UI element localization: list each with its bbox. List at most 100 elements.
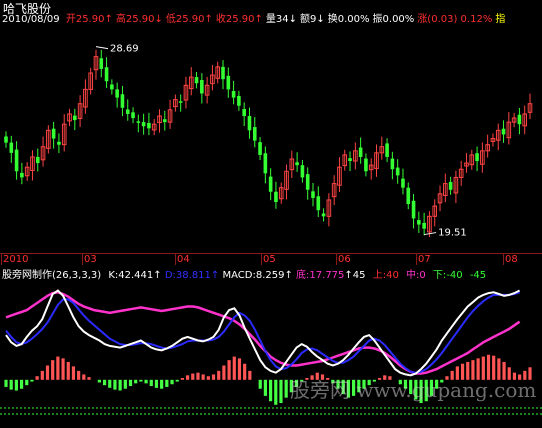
candle-body [252,127,257,141]
header-item: 换0.00% [327,14,370,25]
candle [73,108,77,131]
di-extra: 45 [352,270,366,281]
series-line-di [5,291,521,375]
indicator-dotted-lines [0,407,542,415]
candle [141,113,146,135]
header-item: 指 [495,14,506,25]
x-tick-mark [336,253,337,265]
candle-body [20,172,24,178]
x-tick-label: 2010 [3,254,29,265]
candle [316,186,321,217]
down-extra: -45 [469,270,487,281]
candle-body [390,158,395,170]
candle [342,149,348,171]
annotation-leader [424,232,437,236]
candle-body [110,84,114,90]
price-annotations: 28.69 19.51 [95,44,467,239]
candle [194,71,199,89]
candle [263,146,268,184]
candle [517,108,522,135]
candle-body [406,187,411,205]
candle-body [358,147,363,157]
candle-body [104,67,109,82]
candle-body [73,115,77,121]
candle [99,49,104,78]
series-line-k [5,289,521,377]
candle [104,57,109,88]
candle-body [417,220,421,225]
candle [475,146,479,172]
candle [210,65,215,91]
annotation-leader [95,46,109,50]
candle-body [136,121,141,123]
candle [311,182,315,207]
annotation-high: 28.69 [95,44,139,55]
candle [115,82,119,108]
indicator-lines [5,289,521,377]
indicator-legend: 股旁网制作(26,3,3,3) K:42.441↑ D:38.811↑ MACD… [2,270,487,281]
candle [464,153,469,173]
candle [46,125,51,154]
candle [51,121,56,149]
ohlc-header: 2010/08/09 开25.90↑ 高25.90↓ 低25.90↑ 收25.90↑ 量… [2,14,505,26]
candle [364,153,368,177]
candle [258,137,262,161]
candle [183,76,189,109]
candle [305,167,310,200]
candle [495,123,501,151]
indicator-name: 股旁网制作 [2,270,52,281]
candle-body [125,109,130,114]
candle [30,150,35,181]
header-item: 收25.90↑ [215,14,263,25]
candle [151,119,157,136]
candle-body [411,200,416,219]
down-value: 下:-40 [432,270,463,281]
candle [83,79,88,114]
candle [77,95,83,127]
candle-body [4,136,8,143]
di-value: 底:17.775 [296,270,345,281]
candle [215,61,221,84]
x-tick-mark [416,253,417,265]
candle-body [364,158,368,172]
candle [295,152,299,172]
candle [321,208,326,222]
candle [88,67,93,95]
candle [131,107,135,124]
x-tick-label: 07 [418,254,431,265]
annotation-label: 28.69 [110,44,139,55]
candle [188,67,194,96]
candle-body [237,95,241,106]
candle [120,85,125,117]
candle [274,181,278,209]
candle-body [35,156,40,164]
header-item: 低25.90↑ [165,14,213,25]
candle-body [321,213,326,217]
candle [221,60,225,90]
x-tick-mark [175,253,176,265]
candle-body [401,178,405,188]
candle-body [221,66,225,80]
candle-body [194,77,199,84]
candle-body [247,116,252,131]
candle-body [448,181,453,190]
candle [40,136,46,167]
candle [178,94,183,112]
candle-body [231,91,236,98]
x-tick-label: 06 [338,254,351,265]
candle [300,160,305,183]
header-items: 开25.90↑ 高25.90↓ 低25.90↑ 收25.90↑ 量34↓ 额9↓ 换0.00… [63,14,506,25]
candle [406,182,411,210]
candle [237,90,241,111]
candle-body [300,165,305,178]
candle [448,176,453,195]
header-item: 涨(0.03) 0.12% [417,14,493,25]
x-tick-mark [1,253,2,265]
candle-body [226,75,231,90]
candle [268,168,273,201]
candle-body [178,101,183,103]
candle [453,170,459,204]
candle-body [395,167,400,176]
x-tick-mark [503,253,504,265]
candle-body [305,174,310,190]
